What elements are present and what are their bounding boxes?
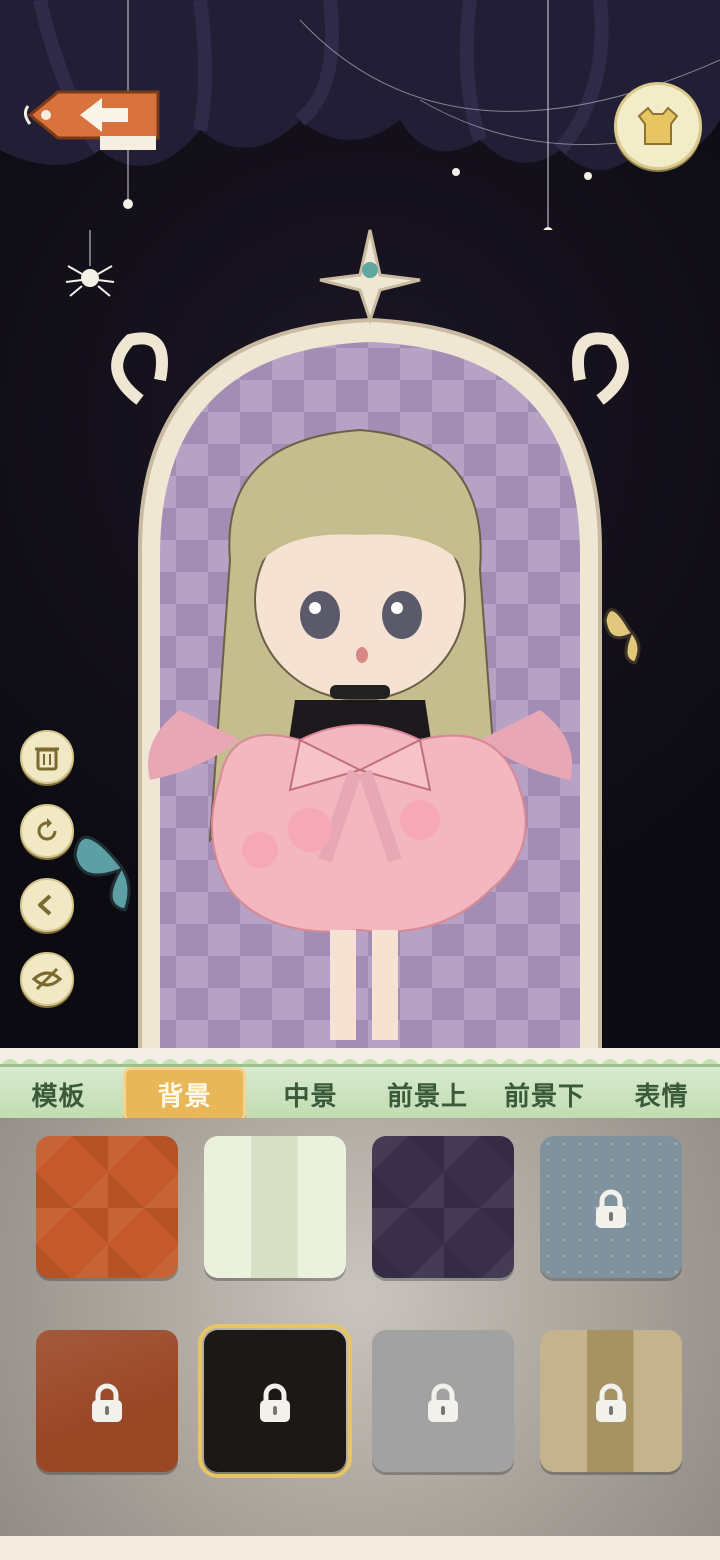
butterfly-decoration-right [603, 608, 641, 665]
tab-foreground-top[interactable]: 前景上 [369, 1076, 486, 1113]
background-option-6[interactable] [198, 1324, 352, 1478]
lock-icon [428, 1383, 458, 1422]
hide-ui-button[interactable] [20, 952, 74, 1006]
lock-icon [260, 1383, 290, 1422]
tab-background[interactable]: 背景 [123, 1066, 246, 1122]
back-button[interactable] [20, 80, 165, 155]
tab-expression[interactable]: 表情 [603, 1076, 720, 1113]
background-option-8[interactable] [540, 1330, 682, 1472]
lock-icon [596, 1383, 626, 1422]
tab-foreground-bottom[interactable]: 前景下 [486, 1076, 603, 1113]
lock-icon [92, 1383, 122, 1422]
back-arrow-tag-icon [23, 90, 160, 150]
refresh-icon [37, 818, 57, 841]
background-option-1[interactable] [36, 1136, 178, 1278]
back-chevron-icon [38, 894, 52, 916]
dressup-stage [0, 0, 720, 1060]
dress-icon [637, 106, 679, 145]
category-tabs: 模板 背景 中景 前景上 前景下 表情 [0, 1064, 720, 1124]
background-option-5[interactable] [36, 1330, 178, 1472]
eye-hidden-icon [32, 967, 62, 991]
tab-midground[interactable]: 中景 [252, 1076, 369, 1113]
character-doll[interactable] [140, 420, 580, 1060]
wardrobe-button[interactable] [614, 82, 702, 170]
panel-bottom-trim [0, 1536, 720, 1560]
undo-button[interactable] [20, 878, 74, 932]
delete-button[interactable] [20, 730, 74, 784]
reset-button[interactable] [20, 804, 74, 858]
trash-icon [35, 747, 59, 771]
background-option-2[interactable] [204, 1136, 346, 1278]
background-option-7[interactable] [372, 1330, 514, 1472]
tab-template[interactable]: 模板 [0, 1076, 117, 1113]
background-option-4[interactable] [540, 1136, 682, 1278]
butterfly-decoration [73, 835, 131, 912]
lock-icon [596, 1189, 626, 1228]
background-option-3[interactable] [372, 1136, 514, 1278]
side-toolbar [20, 730, 74, 1026]
